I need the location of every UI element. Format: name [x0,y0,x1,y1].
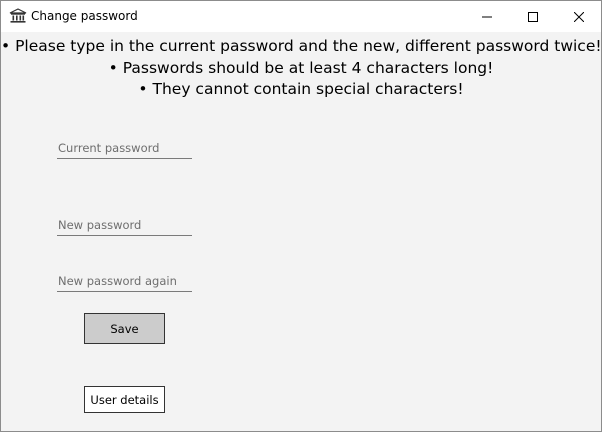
instruction-line: • Please type in the current password an… [1,37,602,55]
minimize-icon [482,16,492,17]
current-password-field [57,137,192,159]
new-password-again-field [57,270,192,292]
user-details-button[interactable]: User details [84,386,165,413]
new-password-field [57,214,192,236]
new-password-again-input[interactable] [57,270,192,292]
current-password-input[interactable] [57,137,192,159]
change-password-window: Change password • Please type in the cur… [0,0,602,432]
instructions-text: • Please type in the current password an… [1,36,602,101]
window-title: Change password [31,9,138,23]
bank-building-icon [9,8,27,24]
user-details-button-label: User details [90,392,159,407]
save-button[interactable]: Save [84,313,165,344]
instruction-line: • Passwords should be at least 4 charact… [108,58,494,77]
minimize-button[interactable] [464,1,510,32]
close-icon [574,11,584,22]
save-button-label: Save [110,321,139,336]
maximize-button[interactable] [510,1,556,32]
title-bar[interactable]: Change password [1,1,601,32]
instruction-line: • They cannot contain special characters… [138,80,464,98]
new-password-input[interactable] [57,214,192,236]
maximize-icon [528,11,538,22]
close-button[interactable] [556,1,602,32]
window-content: • Please type in the current password an… [1,32,602,431]
